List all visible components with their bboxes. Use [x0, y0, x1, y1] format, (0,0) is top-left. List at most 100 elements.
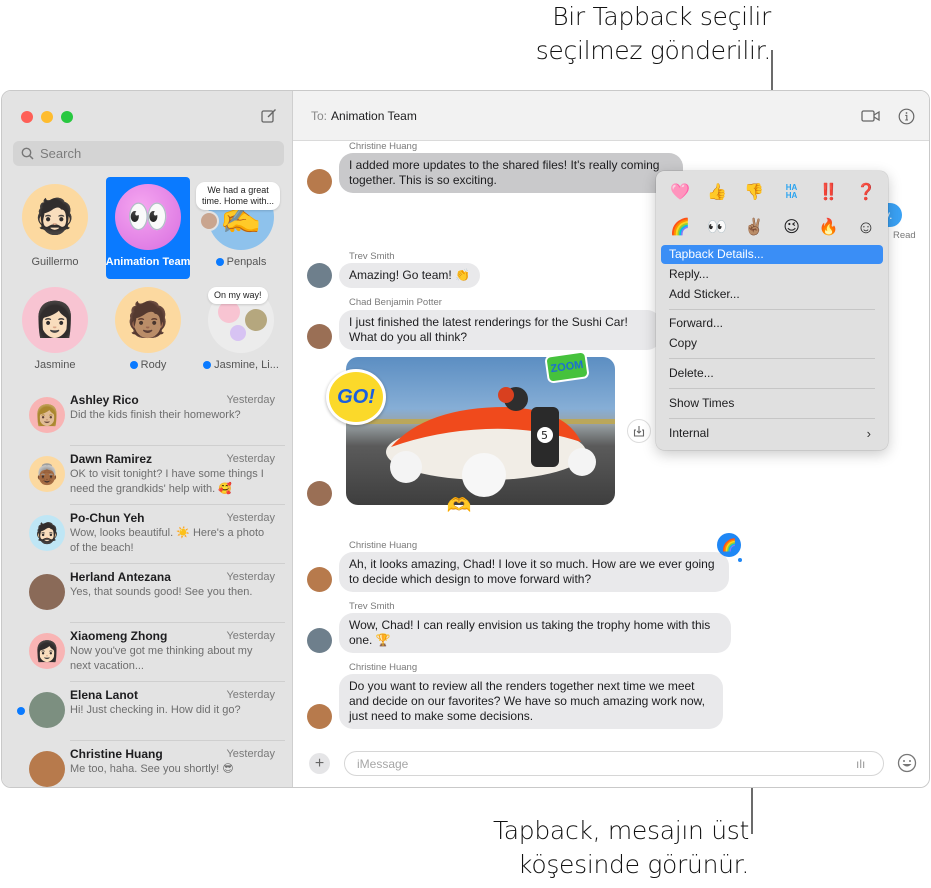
group-member-avatar [245, 309, 267, 331]
menu-label: Delete... [669, 366, 714, 380]
message-bubble[interactable]: Amazing! Go team! 👏 [339, 263, 480, 288]
smiley-icon: ☺ [856, 216, 876, 237]
search-input[interactable] [40, 146, 260, 161]
tapback-eyes[interactable]: 👀 [705, 215, 729, 239]
pinned-jasmine[interactable]: 👩🏻 Jasmine [13, 287, 97, 371]
conversation-name: Ashley Rico [70, 393, 139, 407]
pin-preview-bubble: On my way! [208, 287, 268, 304]
conversation-name: Xiaomeng Zhong [70, 629, 168, 643]
message-bubble[interactable]: I added more updates to the shared files… [339, 153, 683, 193]
sender-name: Trev Smith [349, 601, 395, 612]
recipient-field[interactable]: To: Animation Team [311, 109, 417, 123]
menu-item-copy[interactable]: Copy [661, 334, 883, 353]
conversation-time: Yesterday [226, 630, 275, 642]
zoom-button[interactable] [61, 111, 73, 123]
apps-button[interactable]: + [309, 753, 330, 774]
conversation-name: Po-Chun Yeh [70, 511, 145, 525]
question-icon: ❓ [855, 184, 876, 201]
conversation-item[interactable]: Christine Huang Yesterday Me too, haha. … [2, 741, 293, 787]
conversation-header: To: Animation Team [293, 91, 929, 141]
message-bubble[interactable]: Wow, Chad! I can really envision us taki… [339, 613, 731, 653]
sticker-heart-hands[interactable]: 🫶 [439, 491, 479, 519]
svg-text:5: 5 [541, 429, 548, 442]
compose-button[interactable] [260, 107, 278, 125]
tapback-fire[interactable]: 🔥 [817, 215, 841, 239]
audio-message-button[interactable]: ılı [856, 757, 865, 771]
emoji-button[interactable] [897, 753, 917, 773]
eyes-icon: 👀 [707, 219, 728, 236]
pin-label: Guillermo [31, 256, 79, 268]
share-button[interactable] [627, 419, 651, 443]
tapback-more-emoji[interactable]: ☺ [854, 215, 878, 239]
preview-line: On my way! [214, 290, 262, 300]
avatar-photo [307, 704, 332, 729]
info-button[interactable] [895, 106, 917, 126]
avatar-photo [307, 324, 332, 349]
conversation-item[interactable]: 🧔🏻 Po-Chun Yeh Yesterday Wow, looks beau… [2, 505, 293, 564]
avatar-photo [307, 263, 332, 288]
tapback-haha[interactable]: HA HA [780, 180, 804, 204]
message-bubble[interactable]: Do you want to review all the renders to… [339, 674, 723, 729]
menu-item-tapback-details[interactable]: Tapback Details... [661, 245, 883, 264]
conversation-preview: Yes, that sounds good! See you then. [70, 586, 253, 598]
pin-label: Penpals [226, 256, 267, 268]
conversation-name: Dawn Ramirez [70, 452, 153, 466]
avatar: 👩🏼 [29, 397, 65, 433]
conversation-item[interactable]: Herland Antezana Yesterday Yes, that sou… [2, 564, 293, 623]
sticker-zoom[interactable]: ZOOM [544, 350, 590, 384]
conversation-item[interactable]: 👵🏾 Dawn Ramirez Yesterday OK to visit to… [2, 446, 293, 505]
conversation-item[interactable]: 👩🏻 Xiaomeng Zhong Yesterday Now you've g… [2, 623, 293, 682]
compose-icon [261, 109, 276, 123]
sender-name: Chad Benjamin Potter [349, 297, 442, 308]
pin-label: Rody [140, 359, 167, 371]
message-bubble[interactable]: Ah, it looks amazing, Chad! I love it so… [339, 552, 729, 592]
message-bubble[interactable]: I just finished the latest renderings fo… [339, 310, 661, 350]
avatar: 👵🏾 [29, 456, 65, 492]
minimize-button[interactable] [41, 111, 53, 123]
menu-item-forward[interactable]: Forward... [661, 314, 883, 333]
tapback-rainbow[interactable]: 🌈 [668, 215, 692, 239]
message-input[interactable] [344, 751, 884, 776]
tapback-wink[interactable]: 😉 [780, 215, 804, 239]
callout-line: seçilmez gönderilir. [535, 36, 772, 65]
sidebar: 🧔🏻 Guillermo 👀 Animation Team ✍️ Penpals… [2, 91, 293, 787]
menu-item-add-sticker[interactable]: Add Sticker... [661, 285, 883, 304]
menu-item-delete[interactable]: Delete... [661, 364, 883, 383]
menu-label: Copy [669, 336, 698, 350]
avatar-photo [29, 692, 65, 728]
pin-label: Animation Team [105, 256, 191, 268]
heart-hands-icon: 🫶 [446, 494, 472, 517]
tapback-victory[interactable]: ✌🏽 [742, 215, 766, 239]
conversation-item[interactable]: Elena Lanot Yesterday Hi! Just checking … [2, 682, 293, 741]
conversation-time: Yesterday [226, 571, 275, 583]
read-receipt: Read [893, 230, 916, 241]
tapback-thumbs-up[interactable]: 👍 [705, 180, 729, 204]
avatar-photo [307, 628, 332, 653]
menu-item-show-times[interactable]: Show Times [661, 394, 883, 413]
callout-tapback-corner: Tapback, mesajın üst köşesinde görünür. [329, 814, 749, 882]
facetime-button[interactable] [860, 106, 882, 126]
close-button[interactable] [21, 111, 33, 123]
tapback-emphasize[interactable]: ‼️ [817, 180, 841, 204]
conversation-item[interactable]: 👩🏼 Ashley Rico Yesterday Did the kids fi… [2, 387, 293, 446]
sticker-go[interactable]: GO! [326, 369, 386, 425]
tapback-question[interactable]: ❓ [854, 180, 878, 204]
tapback-badge[interactable]: 🌈 [717, 533, 741, 557]
search-field[interactable] [13, 141, 284, 166]
pin-label: Jasmine [34, 359, 76, 371]
avatar-photo [307, 169, 332, 194]
menu-separator [669, 418, 875, 419]
pinned-guillermo[interactable]: 🧔🏻 Guillermo [13, 184, 97, 268]
group-member-avatar [218, 301, 240, 323]
sticker-text: GO! [337, 385, 375, 408]
menu-item-reply[interactable]: Reply... [661, 265, 883, 284]
sender-name: Christine Huang [349, 662, 418, 673]
memoji-icon: 🧔🏻 [33, 198, 77, 236]
pinned-rody[interactable]: 🧑🏽 Rody [106, 287, 190, 371]
tapback-heart[interactable]: 🩷 [668, 180, 692, 204]
tapback-thumbs-down[interactable]: 👎 [742, 180, 766, 204]
double-exclamation-icon: ‼️ [818, 184, 839, 201]
menu-item-internal[interactable]: Internal › [661, 424, 883, 443]
menu-separator [669, 309, 875, 310]
pinned-animation-team[interactable]: 👀 Animation Team [106, 177, 190, 279]
